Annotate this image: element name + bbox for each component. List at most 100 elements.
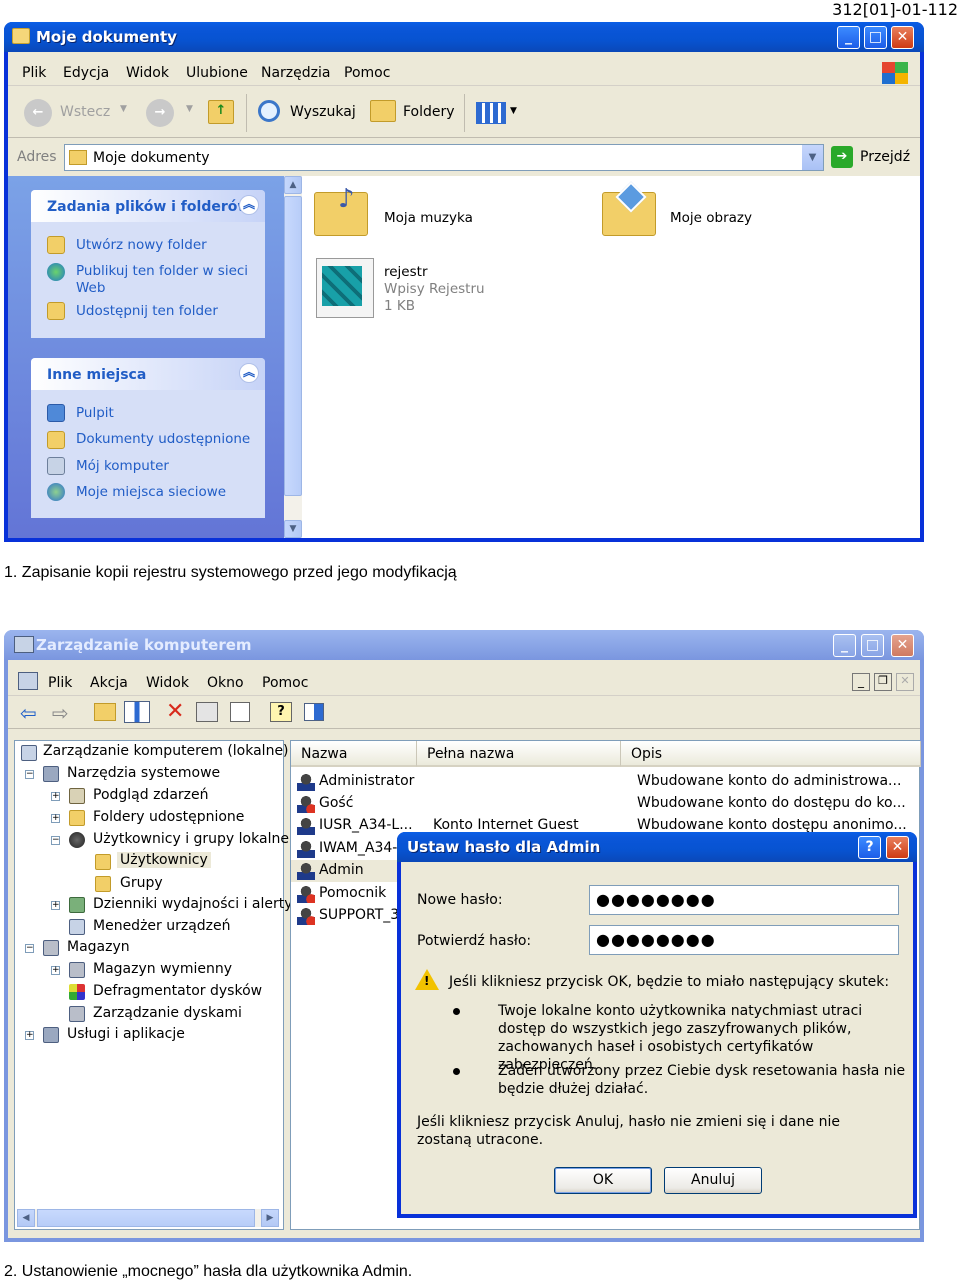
scroll-right-button[interactable]: ▶ (261, 1209, 279, 1227)
show-hide-tree-icon[interactable] (124, 701, 150, 723)
place-desktop[interactable]: Pulpit (76, 405, 114, 422)
collapse-node-icon[interactable]: − (51, 836, 60, 845)
forward-dropdown-icon[interactable]: ▼ (186, 104, 193, 114)
table-row[interactable]: Gość Wbudowane konto do dostępu do ko... (291, 793, 917, 815)
expand-node-icon[interactable]: + (51, 966, 60, 975)
address-input[interactable]: Moje dokumenty ▼ (64, 144, 824, 171)
mdi-minimize-icon[interactable]: _ (852, 673, 870, 691)
maximize-button[interactable]: □ (861, 634, 884, 657)
tree-horizontal-scrollbar[interactable]: ◀ ▶ (17, 1209, 279, 1227)
tree-item-storage[interactable]: Magazyn (67, 939, 130, 955)
collapse-chevron-icon[interactable]: ︽ (239, 195, 259, 215)
back-label[interactable]: Wstecz (60, 104, 110, 120)
search-label[interactable]: Wyszukaj (290, 104, 356, 120)
menu-view[interactable]: Widok (146, 675, 189, 691)
tree-item-root[interactable]: Zarządzanie komputerem (lokalne) (43, 743, 289, 759)
scroll-left-button[interactable]: ◀ (17, 1209, 35, 1227)
tree-item-system-tools[interactable]: Narzędzia systemowe (67, 765, 220, 781)
ok-button[interactable]: OK (554, 1167, 652, 1194)
task-pane-scrollbar[interactable]: ▲ ▼ (284, 176, 302, 538)
go-arrow-icon[interactable]: ➔ (831, 146, 853, 168)
export-list-icon[interactable] (230, 702, 250, 722)
new-password-input[interactable]: ●●●●●●●● (589, 885, 899, 915)
scroll-thumb[interactable] (37, 1209, 255, 1227)
menu-action[interactable]: Akcja (90, 675, 128, 691)
search-icon[interactable] (258, 100, 280, 122)
forward-arrow-icon[interactable]: ⇨ (52, 701, 69, 725)
minimize-button[interactable]: _ (833, 634, 856, 657)
collapse-node-icon[interactable]: − (25, 770, 34, 779)
menu-help[interactable]: Pomoc (262, 675, 308, 691)
up-level-icon[interactable] (94, 703, 116, 721)
tree-item-removable-storage[interactable]: Magazyn wymienny (93, 961, 232, 977)
show-action-pane-icon[interactable] (304, 703, 324, 721)
place-shared-docs[interactable]: Dokumenty udostępnione (76, 431, 250, 448)
up-folder-icon[interactable]: ↑ (208, 100, 234, 124)
expand-node-icon[interactable]: + (51, 792, 60, 801)
tree-item-device-manager[interactable]: Menedżer urządzeń (93, 918, 231, 934)
scroll-down-button[interactable]: ▼ (284, 520, 302, 538)
views-icon[interactable] (476, 102, 506, 124)
list-item[interactable]: ♪ Moja muzyka (312, 184, 572, 248)
column-header-name[interactable]: Nazwa (291, 741, 417, 767)
list-item[interactable]: rejestr Wpisy Rejestru 1 KB (312, 256, 572, 326)
menu-tools[interactable]: Narzędzia (261, 65, 330, 81)
back-dropdown-icon[interactable]: ▼ (120, 104, 127, 114)
go-label[interactable]: Przejdź (860, 149, 910, 165)
task-new-folder[interactable]: Utwórz nowy folder (76, 237, 207, 254)
folders-label[interactable]: Foldery (403, 104, 455, 120)
expand-node-icon[interactable]: + (25, 1031, 34, 1040)
table-row[interactable]: Admin (291, 860, 401, 882)
title-bar[interactable]: Moje dokumenty _ □ ✕ (4, 22, 924, 52)
tree-item-disk-management[interactable]: Zarządzanie dyskami (93, 1005, 242, 1021)
scroll-up-button[interactable]: ▲ (284, 176, 302, 194)
expand-node-icon[interactable]: + (51, 901, 60, 910)
menu-file[interactable]: Plik (22, 65, 46, 81)
tree-item-event-viewer[interactable]: Podgląd zdarzeń (93, 787, 209, 803)
close-button[interactable]: ✕ (891, 634, 914, 657)
table-row[interactable]: Administrator Wbudowane konto do adminis… (291, 771, 917, 793)
collapse-node-icon[interactable]: − (25, 944, 34, 953)
list-item[interactable]: Moje obrazy (600, 181, 860, 248)
place-my-computer[interactable]: Mój komputer (76, 458, 169, 475)
help-icon[interactable]: ? (270, 702, 292, 722)
back-arrow-icon[interactable]: ⇦ (20, 701, 37, 725)
task-share-folder[interactable]: Udostępnij ten folder (76, 303, 218, 320)
column-header-full-name[interactable]: Pełna nazwa (417, 741, 621, 767)
help-button[interactable]: ? (858, 836, 881, 859)
other-places-header[interactable]: Inne miejsca ︽ (31, 358, 265, 390)
tree-item-defragmenter[interactable]: Defragmentator dysków (93, 983, 262, 999)
folders-icon[interactable] (370, 100, 396, 122)
tree-item-groups[interactable]: Grupy (120, 875, 163, 891)
tree-item-local-users-groups[interactable]: Użytkownicy i grupy lokalne (93, 831, 289, 847)
menu-edit[interactable]: Edycja (63, 65, 109, 81)
place-network[interactable]: Moje miejsca sieciowe (76, 484, 226, 501)
tree-item-users[interactable]: Użytkownicy (117, 852, 211, 868)
minimize-button[interactable]: _ (837, 26, 860, 49)
column-header-description[interactable]: Opis (621, 741, 921, 767)
expand-node-icon[interactable]: + (51, 814, 60, 823)
close-button[interactable]: ✕ (891, 26, 914, 49)
task-publish-web[interactable]: Publikuj ten folder w sieci Web (76, 263, 251, 297)
title-bar[interactable]: Zarządzanie komputerem _ □ ✕ (4, 630, 924, 660)
delete-icon[interactable]: ✕ (166, 699, 184, 724)
cancel-button[interactable]: Anuluj (664, 1167, 762, 1194)
properties-icon[interactable] (196, 702, 218, 722)
forward-arrow-icon[interactable]: → (146, 99, 174, 127)
scroll-thumb[interactable] (284, 196, 302, 496)
dialog-title-bar[interactable]: Ustaw hasło dla Admin ? ✕ (397, 832, 917, 862)
tree-item-performance-logs[interactable]: Dzienniki wydajności i alerty (93, 896, 293, 912)
menu-view[interactable]: Widok (126, 65, 169, 81)
maximize-button[interactable]: □ (864, 26, 887, 49)
close-button[interactable]: ✕ (886, 836, 909, 859)
tree-item-shared-folders[interactable]: Foldery udostępnione (93, 809, 244, 825)
menu-favorites[interactable]: Ulubione (186, 65, 248, 81)
confirm-password-input[interactable]: ●●●●●●●● (589, 925, 899, 955)
address-dropdown-icon[interactable]: ▼ (802, 145, 823, 170)
mdi-restore-icon[interactable]: ❐ (874, 673, 892, 691)
tree-item-services-apps[interactable]: Usługi i aplikacje (67, 1026, 185, 1042)
menu-file[interactable]: Plik (48, 675, 72, 691)
collapse-chevron-icon[interactable]: ︽ (239, 363, 259, 383)
back-arrow-icon[interactable]: ← (24, 99, 52, 127)
views-dropdown-icon[interactable]: ▼ (510, 106, 517, 116)
